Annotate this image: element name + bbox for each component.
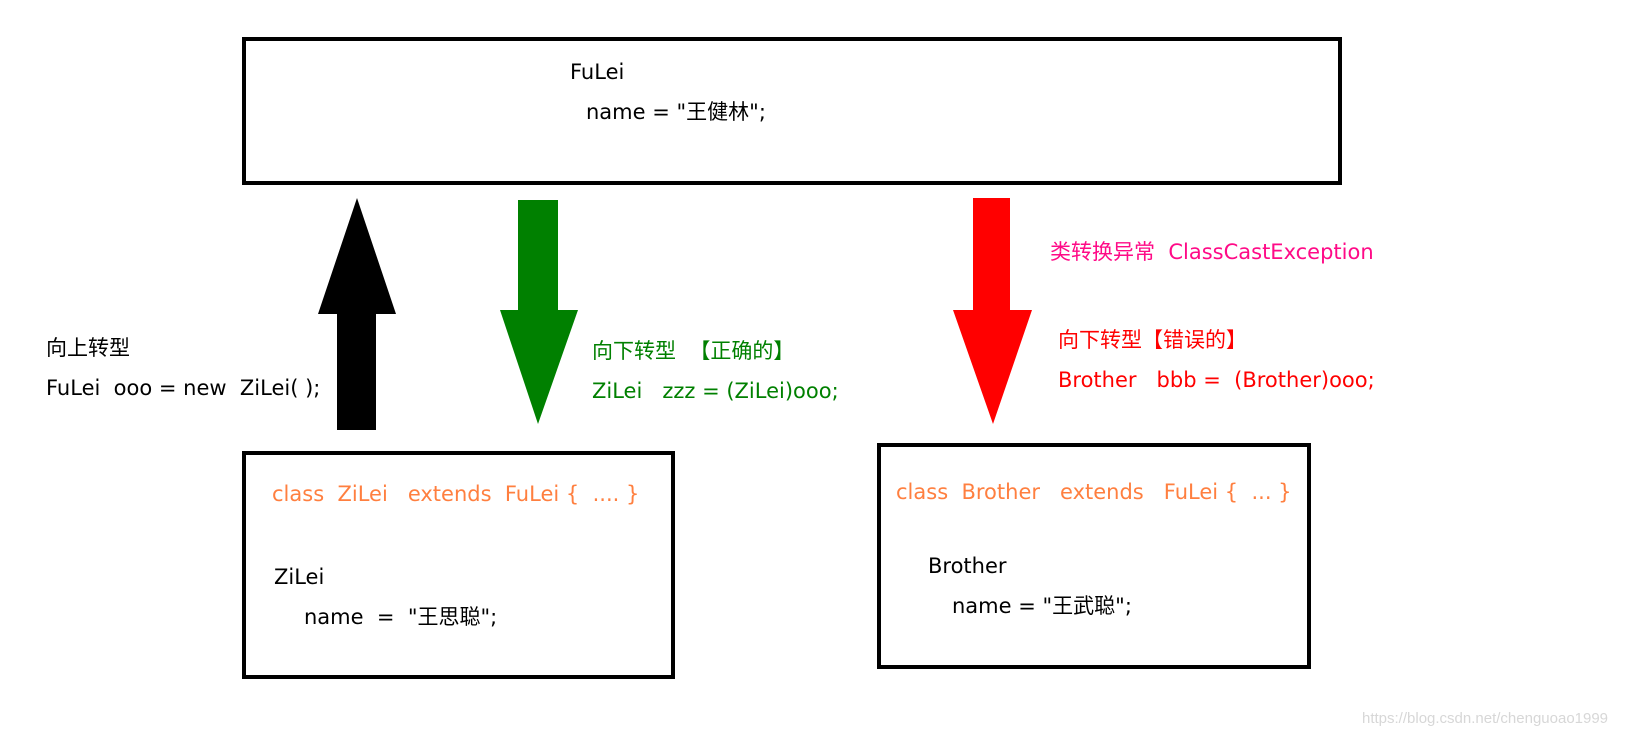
- downcast-wrong-code: Brother bbb = (Brother)ooo;: [1058, 368, 1375, 392]
- downcast-wrong-arrow-icon: [953, 198, 1032, 424]
- brother-class-declaration: class Brother extends FuLei { ... }: [896, 480, 1292, 504]
- child-field-line: name = "王思聪";: [304, 605, 498, 629]
- upcast-code: FuLei ooo = new ZiLei( );: [46, 376, 321, 400]
- brother-class-name: Brother: [928, 554, 1007, 578]
- downcast-correct-title: 向下转型 【正确的】: [592, 339, 795, 363]
- class-cast-exception-label: 类转换异常 ClassCastException: [1050, 240, 1374, 264]
- downcast-correct-code: ZiLei zzz = (ZiLei)ooo;: [592, 379, 839, 403]
- watermark: https://blog.csdn.net/chenguoao1999: [1362, 710, 1609, 727]
- child-class-declaration: class ZiLei extends FuLei { .... }: [272, 482, 640, 506]
- upcast-title: 向上转型: [46, 336, 130, 360]
- upcast-arrow-icon: [318, 198, 396, 430]
- downcast-correct-arrow-icon: [500, 200, 578, 424]
- child-class-name: ZiLei: [274, 565, 325, 589]
- downcast-wrong-title: 向下转型【错误的】: [1058, 328, 1247, 352]
- brother-field-line: name = "王武聪";: [952, 594, 1132, 618]
